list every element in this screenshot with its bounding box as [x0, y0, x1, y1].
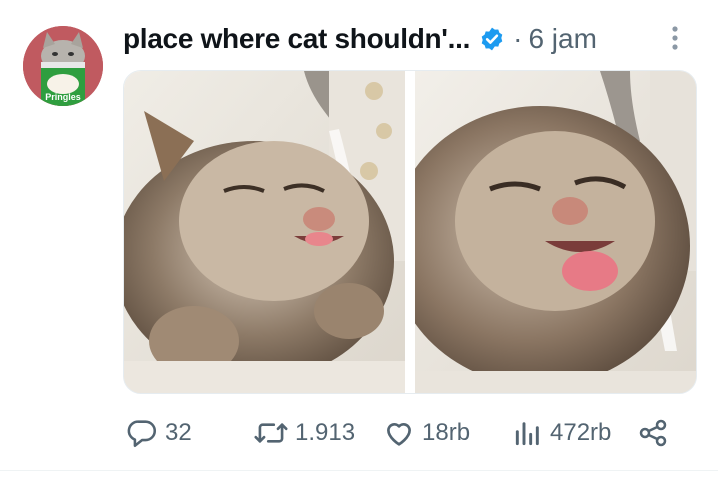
like-button[interactable]: 18rb: [382, 414, 470, 452]
post-image-2[interactable]: [415, 71, 696, 393]
views-button[interactable]: 472rb: [512, 414, 611, 452]
repost-icon: [254, 423, 288, 443]
separator-dot: ·: [513, 23, 523, 54]
post-image-1[interactable]: [124, 71, 405, 393]
post-media: [123, 70, 697, 394]
avatar-image: Pringles: [23, 26, 103, 106]
post-header: place where cat shouldn'... · 6 jam: [123, 18, 693, 60]
views-icon: [515, 422, 539, 446]
repost-count: 1.913: [295, 419, 356, 446]
share-icon: [639, 419, 667, 447]
more-vertical-icon: [672, 26, 678, 50]
reply-icon: [127, 420, 157, 448]
like-count: 18rb: [422, 419, 471, 446]
action-bar: 32 1.913 18rb 472rb: [125, 414, 675, 452]
repost-button[interactable]: 1.913: [253, 414, 355, 452]
reply-button[interactable]: 32: [125, 414, 192, 452]
more-button[interactable]: [657, 20, 693, 56]
avatar[interactable]: Pringles: [23, 26, 103, 106]
post-time[interactable]: 6 jam: [528, 23, 596, 55]
heart-icon: [387, 422, 411, 446]
views-count: 472rb: [550, 419, 612, 446]
reply-count: 32: [165, 419, 192, 446]
avatar-label: Pringles: [45, 92, 81, 102]
share-button[interactable]: [637, 414, 669, 452]
post-divider: [0, 470, 718, 471]
author-name[interactable]: place where cat shouldn'...: [123, 23, 470, 55]
verified-badge-icon: [479, 26, 505, 52]
